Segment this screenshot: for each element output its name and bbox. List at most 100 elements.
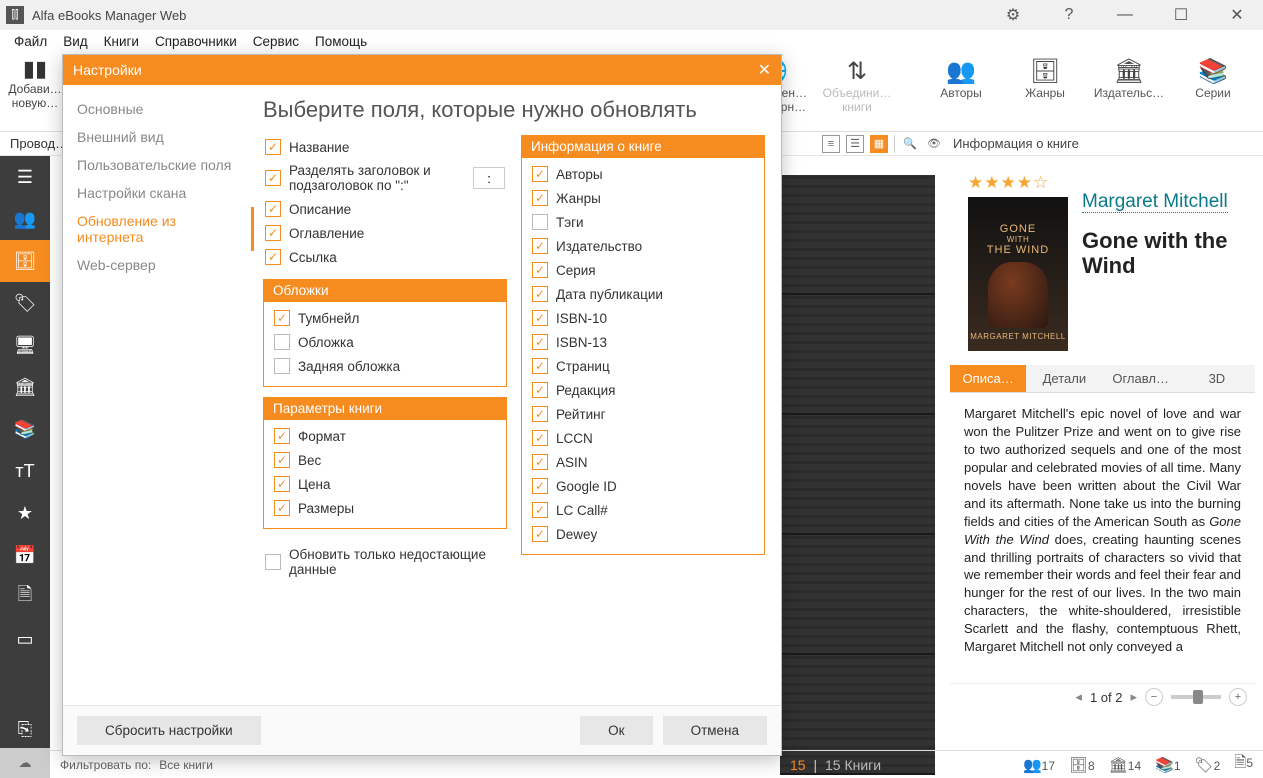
rail-star-icon[interactable]: ★ bbox=[0, 492, 50, 534]
tool-publishers[interactable]: 🏛 Издательс… bbox=[1089, 56, 1169, 114]
chk-cover[interactable]: ✓ bbox=[274, 334, 290, 350]
chk-back[interactable]: ✓ bbox=[274, 358, 290, 374]
rail-library-icon[interactable]: 🗄 bbox=[0, 240, 50, 282]
tab-3d[interactable]: 3D bbox=[1179, 365, 1255, 392]
book-grid[interactable] bbox=[780, 175, 935, 738]
split-char-input[interactable] bbox=[473, 167, 505, 189]
menu-books[interactable]: Книги bbox=[104, 34, 139, 49]
gear-icon[interactable]: ⚙ bbox=[993, 5, 1033, 25]
zoom-in-icon[interactable]: + bbox=[1229, 688, 1247, 706]
side-webserver[interactable]: Web-сервер bbox=[63, 251, 253, 279]
tab-description[interactable]: Описа… bbox=[950, 365, 1026, 392]
explorer-label: Провод… bbox=[10, 136, 68, 151]
rail-reader-icon[interactable]: ▭ bbox=[0, 618, 50, 660]
filter-value[interactable]: Все книги bbox=[159, 758, 213, 772]
left-rail: ☰ 👥 🗄 🏷 🖥 🏛 📚 ᴛT ★ 📅 🗎 ▭ ⎘ ☁ bbox=[0, 156, 50, 750]
chk-thumb[interactable]: ✓ bbox=[274, 310, 290, 326]
tab-toc[interactable]: Оглавл… bbox=[1103, 365, 1179, 392]
rail-calendar-icon[interactable]: 📅 bbox=[0, 534, 50, 576]
tab-details[interactable]: Детали bbox=[1026, 365, 1102, 392]
dialog-heading: Выберите поля, которые нужно обновлять bbox=[263, 97, 765, 123]
tool-series[interactable]: 📚 Серии bbox=[1173, 56, 1253, 114]
close-icon[interactable]: ✕ bbox=[1217, 5, 1257, 25]
cancel-button[interactable]: Отмена bbox=[663, 716, 767, 745]
chk-only-missing[interactable]: ✓ bbox=[265, 554, 281, 570]
app-icon: ⫿⫿ bbox=[6, 6, 24, 24]
minimize-icon[interactable]: — bbox=[1105, 6, 1145, 24]
reset-button[interactable]: Сбросить настройки bbox=[77, 716, 261, 745]
chk-asin[interactable]: ✓ bbox=[532, 454, 548, 470]
book-author[interactable]: Margaret Mitchell bbox=[1082, 191, 1228, 213]
chk-link[interactable]: ✓ bbox=[265, 249, 281, 265]
chk-publisher[interactable]: ✓ bbox=[532, 238, 548, 254]
chk-dims[interactable]: ✓ bbox=[274, 500, 290, 516]
tool-authors[interactable]: 👥 Авторы bbox=[921, 56, 1001, 114]
chk-weight[interactable]: ✓ bbox=[274, 452, 290, 468]
pager-prev-icon[interactable]: ◂ bbox=[1075, 689, 1082, 705]
chk-price[interactable]: ✓ bbox=[274, 476, 290, 492]
view-list-icon[interactable]: ≡ bbox=[822, 135, 840, 153]
chk-authors[interactable]: ✓ bbox=[532, 166, 548, 182]
chk-isbn13[interactable]: ✓ bbox=[532, 334, 548, 350]
chk-series[interactable]: ✓ bbox=[532, 262, 548, 278]
zoom-icon[interactable]: 🔍 bbox=[901, 135, 919, 153]
rail-tag-icon[interactable]: 🏷 bbox=[0, 282, 50, 324]
side-userfields[interactable]: Пользовательские поля bbox=[63, 151, 253, 179]
book-cover[interactable]: GONE WITH THE WIND MARGARET MITCHELL bbox=[968, 197, 1068, 351]
ok-button[interactable]: Ок bbox=[580, 716, 652, 745]
people-icon: 👥 bbox=[946, 56, 976, 86]
menu-refs[interactable]: Справочники bbox=[155, 34, 237, 49]
pager-next-icon[interactable]: ▸ bbox=[1130, 689, 1137, 705]
chk-desc[interactable]: ✓ bbox=[265, 201, 281, 217]
settings-dialog: Настройки ✕ Основные Внешний вид Пользов… bbox=[62, 54, 782, 756]
rail-people-icon[interactable]: 👥 bbox=[0, 198, 50, 240]
chk-genres[interactable]: ✓ bbox=[532, 190, 548, 206]
help-icon[interactable]: ? bbox=[1049, 6, 1089, 24]
view-grid-icon[interactable]: ▦ bbox=[870, 135, 888, 153]
rail-menu-icon[interactable]: ☰ bbox=[0, 156, 50, 198]
chk-rating[interactable]: ✓ bbox=[532, 406, 548, 422]
rail-monitor-icon[interactable]: 🖥 bbox=[0, 324, 50, 366]
chk-toc[interactable]: ✓ bbox=[265, 225, 281, 241]
params-header: Параметры книги bbox=[263, 397, 507, 420]
zoom-out-icon[interactable]: − bbox=[1145, 688, 1163, 706]
chk-gid[interactable]: ✓ bbox=[532, 478, 548, 494]
rail-institution-icon[interactable]: 🏛 bbox=[0, 366, 50, 408]
zoom-slider[interactable] bbox=[1171, 695, 1221, 699]
chk-pages[interactable]: ✓ bbox=[532, 358, 548, 374]
rail-books-icon[interactable]: 📚 bbox=[0, 408, 50, 450]
chk-edition[interactable]: ✓ bbox=[532, 382, 548, 398]
tool-genres[interactable]: 🗄 Жанры bbox=[1005, 56, 1085, 114]
titlebar: ⫿⫿ Alfa eBooks Manager Web ⚙ ? — ☐ ✕ bbox=[0, 0, 1263, 30]
chk-lccn[interactable]: ✓ bbox=[532, 430, 548, 446]
menu-file[interactable]: Файл bbox=[14, 34, 47, 49]
eye-icon[interactable]: 👁 bbox=[925, 135, 943, 153]
chk-name[interactable]: ✓ bbox=[265, 139, 281, 155]
view-details-icon[interactable]: ☰ bbox=[846, 135, 864, 153]
chk-dewey[interactable]: ✓ bbox=[532, 526, 548, 542]
rail-exit-icon[interactable]: ⎘ bbox=[0, 708, 50, 750]
merge-icon: ⇅ bbox=[847, 56, 867, 86]
menu-service[interactable]: Сервис bbox=[253, 34, 299, 49]
chk-isbn10[interactable]: ✓ bbox=[532, 310, 548, 326]
tool-add-book[interactable]: ▮▮ Добави… новую… bbox=[10, 56, 60, 110]
count-inst-icon: 🏛 bbox=[1109, 757, 1128, 774]
side-appearance[interactable]: Внешний вид bbox=[63, 123, 253, 151]
chk-format[interactable]: ✓ bbox=[274, 428, 290, 444]
tool-merge: ⇅ Объедини… книги bbox=[817, 56, 897, 114]
chk-lccall[interactable]: ✓ bbox=[532, 502, 548, 518]
dialog-close-icon[interactable]: ✕ bbox=[758, 60, 771, 80]
rail-file-icon[interactable]: 🗎 bbox=[0, 576, 50, 618]
menu-view[interactable]: Вид bbox=[63, 34, 87, 49]
rail-text-icon[interactable]: ᴛT bbox=[0, 450, 50, 492]
maximize-icon[interactable]: ☐ bbox=[1161, 5, 1201, 25]
chk-split[interactable]: ✓ bbox=[265, 170, 281, 186]
menu-help[interactable]: Помощь bbox=[315, 34, 367, 49]
book-info-panel: ★★★★☆ GONE WITH THE WIND MARGARET MITCHE… bbox=[950, 165, 1255, 738]
chk-tags[interactable]: ✓ bbox=[532, 214, 548, 230]
side-webupdate[interactable]: Обновление из интернета bbox=[63, 207, 253, 251]
rail-cloud-icon[interactable]: ☁ bbox=[0, 748, 50, 778]
side-scan[interactable]: Настройки скана bbox=[63, 179, 253, 207]
side-basic[interactable]: Основные bbox=[63, 95, 253, 123]
chk-pubdate[interactable]: ✓ bbox=[532, 286, 548, 302]
